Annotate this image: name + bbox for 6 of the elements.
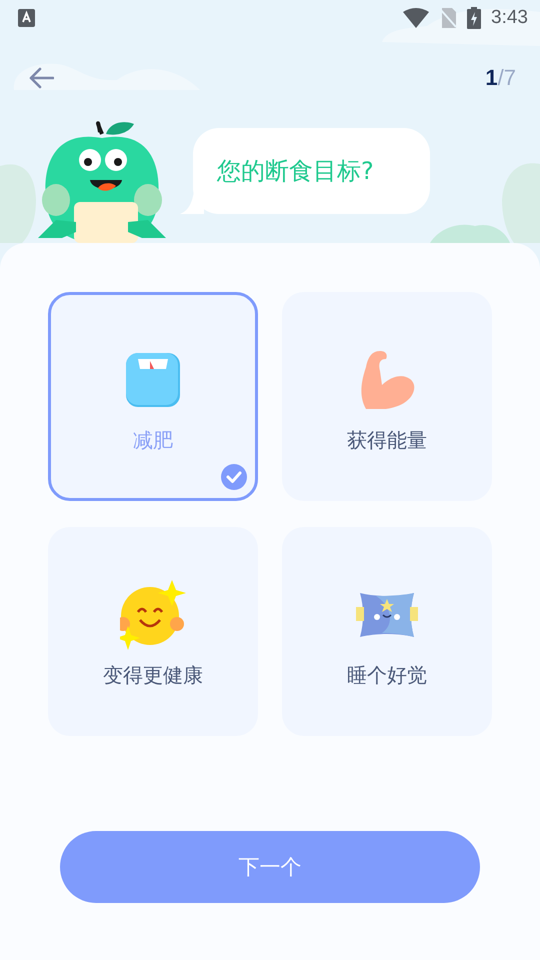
goal-option[interactable]: 获得能量 — [282, 292, 492, 501]
goal-option[interactable]: 睡个好觉 — [282, 527, 492, 736]
status-time: 3:43 — [491, 7, 528, 29]
question-text: 您的断食目标? — [217, 156, 374, 187]
goal-option[interactable]: 变得更健康 — [48, 527, 258, 736]
step-counter: 1/7 — [485, 65, 516, 91]
